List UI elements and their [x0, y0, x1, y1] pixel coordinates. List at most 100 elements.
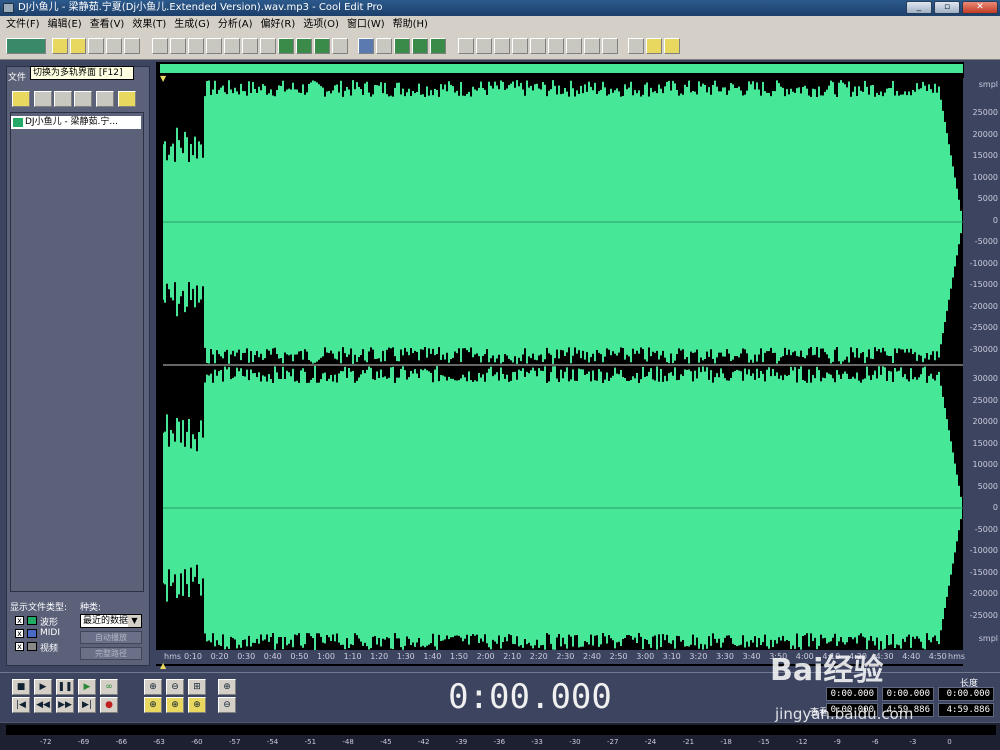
play-view-icon[interactable] — [458, 38, 474, 54]
zoom-left-icon[interactable]: ⊕ — [144, 697, 162, 713]
save-icon[interactable] — [88, 38, 104, 54]
pause-icon[interactable]: ❚❚ — [56, 679, 74, 695]
script-icon[interactable] — [646, 38, 662, 54]
overview-bar[interactable] — [160, 64, 963, 73]
list-item[interactable]: DJ小鱼儿 - 梁静茹.宁... — [11, 116, 141, 129]
view-length-field[interactable]: 4:59.886 — [938, 703, 994, 717]
amplitude-tick: -5000 — [974, 524, 998, 534]
spectral-view-icon[interactable] — [412, 38, 428, 54]
generate-icon[interactable] — [314, 38, 330, 54]
close-file-panel-icon[interactable] — [34, 91, 52, 107]
end-marker-icon[interactable]: ▲ — [160, 661, 166, 670]
envelope-icon[interactable] — [358, 38, 374, 54]
panel-help-icon[interactable] — [118, 91, 136, 107]
close-icon[interactable]: ✕ — [962, 1, 998, 14]
insert-multitrack-icon[interactable] — [74, 91, 92, 107]
go-to-start-icon[interactable]: |◀ — [12, 697, 30, 713]
zoom-right-icon[interactable]: ⊕ — [166, 697, 184, 713]
toolbar — [0, 34, 1000, 60]
zoom-in-vertical-icon[interactable]: ⊕ — [218, 679, 236, 695]
open-folder-icon[interactable] — [12, 91, 30, 107]
cd-icon[interactable] — [476, 38, 492, 54]
menu-favorites[interactable]: 偏好(R) — [256, 16, 299, 34]
mix-paste-icon[interactable] — [278, 38, 294, 54]
menu-edit[interactable]: 编辑(E) — [44, 16, 86, 34]
timeline-tick: 3:20 — [689, 652, 708, 661]
amplitude-tick: 15000 — [972, 151, 998, 160]
close-file-icon[interactable] — [124, 38, 140, 54]
menu-effects[interactable]: 效果(T) — [128, 16, 170, 34]
chevron-down-icon[interactable]: ▼ — [128, 615, 141, 627]
cut-icon[interactable] — [188, 38, 204, 54]
waveform-type-icon — [27, 616, 37, 625]
multitrack-toggle-button[interactable] — [6, 38, 46, 54]
help-icon[interactable] — [664, 38, 680, 54]
spectral-icon[interactable] — [394, 38, 410, 54]
open-file-icon[interactable] — [70, 38, 86, 54]
undo-icon[interactable] — [152, 38, 168, 54]
amplitude-tick: 20000 — [972, 417, 998, 426]
paste-icon[interactable] — [224, 38, 240, 54]
menu-window[interactable]: 窗口(W) — [343, 16, 389, 34]
app-icon[interactable] — [3, 3, 14, 13]
video-type-icon — [27, 642, 37, 651]
edit-icon[interactable] — [96, 91, 114, 107]
trim-icon[interactable] — [260, 38, 276, 54]
play-to-end-icon[interactable]: ▶ — [78, 679, 96, 695]
menu-help[interactable]: 帮助(H) — [389, 16, 432, 34]
menu-generate[interactable]: 生成(G) — [170, 16, 214, 34]
timeline-tick: 1:50 — [450, 652, 468, 661]
selection-end-field[interactable]: 0:00.000 — [882, 687, 934, 701]
loop-icon[interactable]: ∞ — [100, 679, 118, 695]
zoom-in-icon[interactable]: ⊕ — [144, 679, 162, 695]
marker-icon[interactable] — [376, 38, 392, 54]
insert-icon[interactable] — [54, 91, 72, 107]
timeline-tick: 2:10 — [503, 652, 522, 661]
rewind-icon[interactable]: ◀◀ — [34, 697, 52, 713]
copy-icon[interactable] — [206, 38, 222, 54]
checkbox-waveform[interactable]: x — [15, 616, 24, 625]
color-icon[interactable] — [584, 38, 600, 54]
record-icon[interactable]: ● — [100, 697, 118, 713]
menu-options[interactable]: 选项(O) — [299, 16, 343, 34]
save-as-icon[interactable] — [106, 38, 122, 54]
zoom-out-vertical-icon[interactable]: ⊖ — [218, 697, 236, 713]
zoom-region-icon[interactable] — [530, 38, 546, 54]
maximize-icon[interactable]: ▫ — [934, 1, 960, 14]
zoom-selection-icon[interactable]: ⊕ — [188, 697, 206, 713]
waveform-view-icon[interactable] — [430, 38, 446, 54]
sample-format-icon[interactable] — [566, 38, 582, 54]
waveform-file-icon — [13, 118, 23, 127]
menu-analyze[interactable]: 分析(A) — [214, 16, 257, 34]
grid-icon[interactable] — [602, 38, 618, 54]
go-to-end-icon[interactable]: ▶| — [78, 697, 96, 713]
scissors-icon[interactable] — [242, 38, 258, 54]
checkbox-midi[interactable]: x — [15, 629, 24, 638]
new-file-icon[interactable] — [52, 38, 68, 54]
autoplay-button[interactable]: 自动播放 — [80, 631, 142, 644]
menu-file[interactable]: 文件(F) — [2, 16, 44, 34]
meter-tick: -12 — [796, 738, 808, 746]
timeline-unit-right: hms — [948, 652, 966, 661]
full-path-button[interactable]: 完整路径 — [80, 647, 142, 660]
redo-icon[interactable] — [170, 38, 186, 54]
amplitude-tick: 0 — [992, 503, 998, 512]
stop-icon[interactable]: ■ — [12, 679, 30, 695]
waveform-canvas[interactable] — [163, 80, 963, 650]
zoom-full-icon[interactable]: ⊞ — [188, 679, 206, 695]
checkbox-video[interactable]: x — [15, 642, 24, 651]
snap-icon[interactable] — [332, 38, 348, 54]
selection-begin-field[interactable]: 0:00.000 — [826, 687, 878, 701]
files-tab[interactable]: 文件 — [8, 70, 26, 83]
minimize-icon[interactable]: _ — [906, 1, 932, 14]
paste-new-icon[interactable] — [296, 38, 312, 54]
selection-length-field[interactable]: 0:00.000 — [938, 687, 994, 701]
menu-view[interactable]: 查看(V) — [86, 16, 129, 34]
record-view-icon[interactable] — [494, 38, 510, 54]
time-format-icon[interactable] — [548, 38, 564, 54]
play-region-icon[interactable] — [512, 38, 528, 54]
zoom-out-icon[interactable]: ⊖ — [166, 679, 184, 695]
fast-forward-icon[interactable]: ▶▶ — [56, 697, 74, 713]
play-icon[interactable]: ▶ — [34, 679, 52, 695]
settings-icon[interactable] — [628, 38, 644, 54]
